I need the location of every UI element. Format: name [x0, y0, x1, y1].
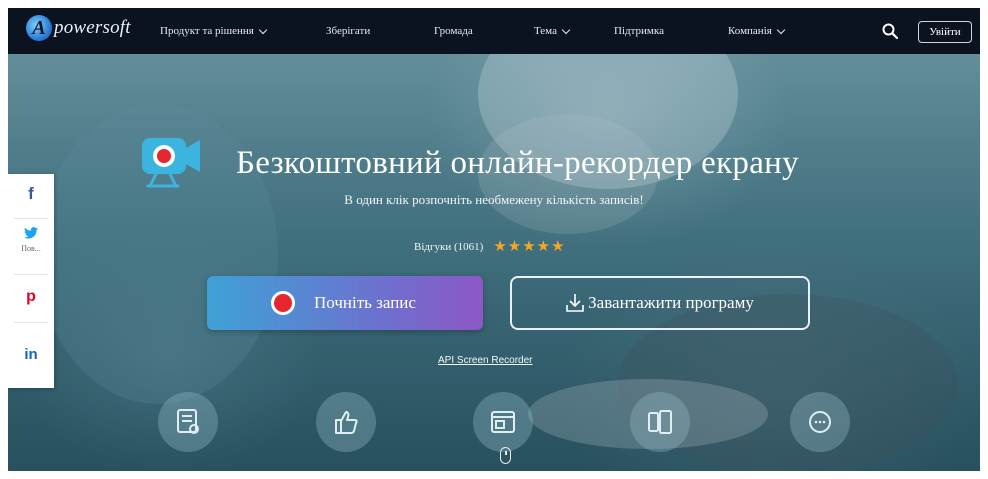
hero-subtitle: В один клік розпочніть необмежену кількі… — [344, 192, 644, 207]
video-window-icon[interactable] — [473, 392, 533, 452]
twitter-icon — [24, 227, 38, 239]
top-navigation-bar: A powersoft Продукт та рішення Зберігати… — [8, 8, 980, 54]
start-recording-label: Почніть запис — [314, 293, 416, 312]
logo-text: powersoft — [54, 17, 131, 38]
apowersoft-logo[interactable]: A powersoft — [26, 15, 131, 41]
reviews-row[interactable]: Відгуки (1061) ★★★★★ — [414, 237, 566, 256]
twitter-share-caption: Пов... — [21, 244, 41, 253]
video-camera-icon — [142, 138, 200, 188]
download-app-label: Завантажити програму — [588, 293, 754, 312]
login-button[interactable]: Увійти — [918, 21, 972, 43]
hero-title: Безкоштовний онлайн-рекордер екрану — [236, 144, 799, 181]
pinterest-icon[interactable]: p — [8, 288, 54, 306]
nav-company[interactable]: Компанія — [728, 8, 786, 54]
rating-stars: ★★★★★ — [493, 239, 566, 255]
hero-section: f Пов... p in Безкоштовний онлайн-рекорд… — [8, 54, 980, 471]
nav-support[interactable]: Підтримка — [614, 8, 664, 54]
record-icon — [274, 294, 293, 312]
feature-list-icon[interactable] — [158, 392, 218, 452]
page-frame: A powersoft Продукт та рішення Зберігати… — [8, 8, 980, 471]
download-icon — [566, 294, 584, 312]
chevron-down-icon — [258, 25, 268, 34]
linkedin-icon[interactable]: in — [8, 346, 54, 363]
devices-icon[interactable] — [630, 392, 690, 452]
start-recording-button[interactable]: Почніть запис — [207, 276, 483, 330]
thumbs-up-icon[interactable] — [316, 392, 376, 452]
download-app-button[interactable]: Завантажити програму — [510, 276, 810, 330]
nav-products-label: Продукт та рішення — [160, 25, 254, 37]
logo-badge: A — [26, 15, 52, 41]
nav-community[interactable]: Громада — [434, 8, 473, 54]
nav-support-label: Підтримка — [614, 25, 664, 37]
chevron-down-icon — [776, 25, 786, 34]
chat-bubble-icon[interactable] — [790, 392, 850, 452]
api-screen-recorder-link[interactable]: API Screen Recorder — [438, 355, 533, 366]
chevron-down-icon — [561, 25, 571, 34]
twitter-share[interactable]: Пов... — [8, 226, 54, 253]
nav-company-label: Компанія — [728, 25, 772, 37]
nav-products[interactable]: Продукт та рішення — [160, 8, 268, 54]
nav-storage-label: Зберігати — [326, 25, 371, 37]
nav-topic[interactable]: Тема — [534, 8, 571, 54]
search-icon[interactable] — [882, 23, 898, 39]
hero-title-row: Безкоштовний онлайн-рекордер екрану — [136, 134, 799, 192]
nav-storage[interactable]: Зберігати — [326, 8, 370, 54]
reviews-label: Відгуки (1061) — [414, 240, 484, 253]
nav-topic-label: Тема — [534, 25, 557, 37]
scroll-down-mouse-icon[interactable] — [500, 447, 511, 464]
nav-community-label: Громада — [434, 25, 473, 37]
